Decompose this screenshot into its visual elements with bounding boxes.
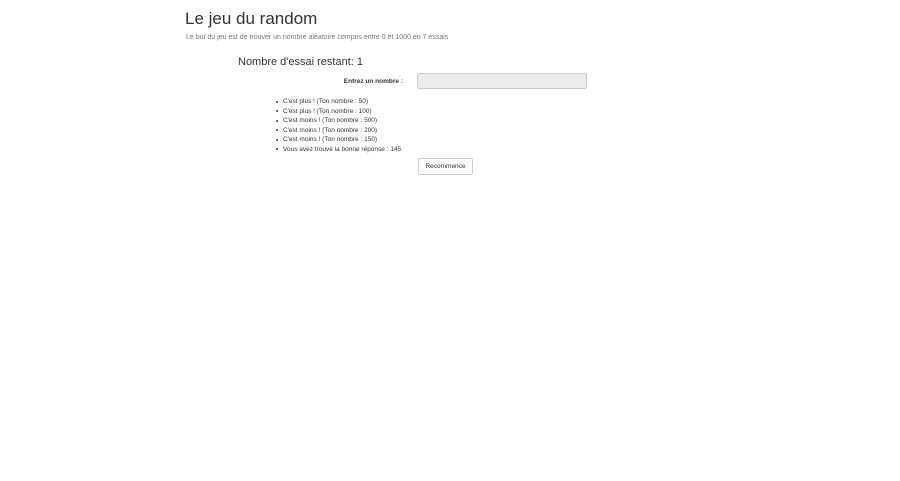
guess-history-item: Vous avez trouvé la bonne réponse : 145 xyxy=(275,145,401,155)
number-input[interactable] xyxy=(417,73,587,89)
restart-button[interactable]: Recommence xyxy=(418,158,473,175)
page: Le jeu du random Le but du jeu est de tr… xyxy=(0,0,900,481)
guess-history-item: C'est moins ! (Ton nombre : 500) xyxy=(275,116,401,126)
guess-history-item: C'est plus ! (Ton nombre : 100) xyxy=(275,107,401,117)
page-subtitle: Le but du jeu est de trouver un nombre a… xyxy=(186,34,449,41)
number-input-label: Entrez un nombre : xyxy=(343,78,403,85)
guess-history-item: C'est moins ! (Ton nombre : 200) xyxy=(275,126,401,136)
guess-history-item: C'est moins ! (Ton nombre : 150) xyxy=(275,135,401,145)
page-title: Le jeu du random xyxy=(185,9,318,28)
remaining-attempts: Nombre d'essai restant: 1 xyxy=(238,56,363,68)
guess-history-item: C'est plus ! (Ton nombre : 50) xyxy=(275,97,401,107)
guess-history-list: C'est plus ! (Ton nombre : 50) C'est plu… xyxy=(275,97,401,154)
